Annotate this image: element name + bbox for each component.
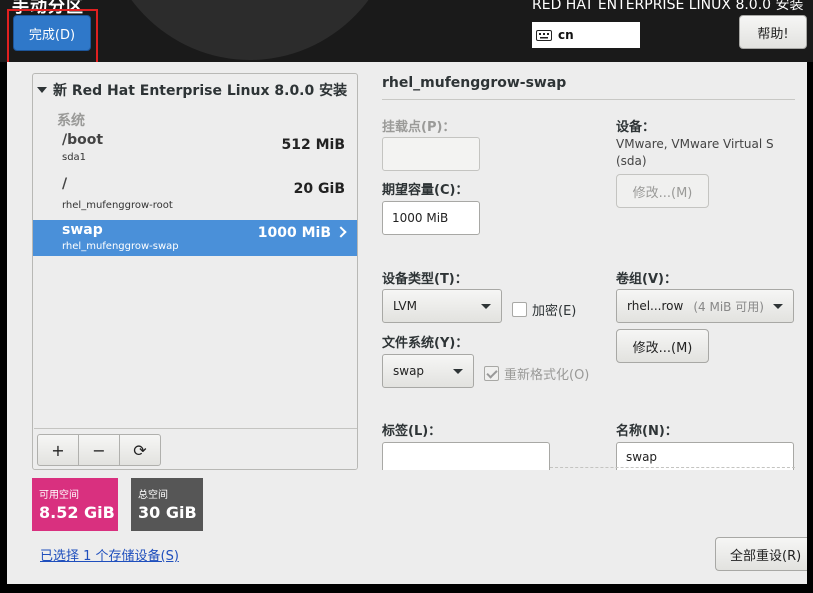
device-label: rhel_mufenggrow-swap [62, 241, 179, 252]
volume-group-value: rhel...row [627, 299, 684, 313]
help-button[interactable]: 帮助! [739, 15, 807, 49]
mount-point-label: /boot [62, 132, 104, 148]
desired-capacity-input[interactable]: 1000 MiB [382, 201, 480, 235]
device-label: sda1 [62, 152, 87, 163]
tag-input[interactable] [382, 442, 550, 470]
caret-down-icon [773, 304, 783, 309]
done-button[interactable]: 完成(D) [13, 15, 91, 51]
device-type-label: 设备类型(T)： [382, 272, 468, 287]
filesystem-value: swap [393, 364, 425, 378]
reformat-label: 重新格式化(O) [504, 368, 590, 383]
keyboard-icon [536, 29, 552, 41]
install-heading[interactable]: 新 Red Hat Enterprise Linux 8.0.0 安装 [37, 80, 347, 100]
volume-group-label: 卷组(V)： [616, 272, 677, 287]
partition-row-root[interactable]: / rhel_mufenggrow-root 20 GiB [33, 176, 357, 212]
expander-triangle-icon[interactable] [37, 87, 47, 93]
size-label: 20 GiB [293, 181, 345, 197]
keyboard-layout-label: cn [558, 28, 574, 42]
total-space-box: 总空间 30 GiB [131, 478, 203, 531]
volume-group-dropdown[interactable]: rhel...row (4 MiB 可用) [616, 289, 794, 323]
device-type-dropdown[interactable]: LVM [382, 289, 502, 323]
caret-down-icon [481, 304, 491, 309]
header-decoration [100, 0, 400, 60]
name-input[interactable]: swap [616, 442, 794, 470]
install-heading-label: 新 Red Hat Enterprise Linux 8.0.0 安装 [53, 83, 348, 99]
partition-row-swap[interactable]: swap rhel_mufenggrow-swap 1000 MiB [33, 220, 357, 256]
product-title: RED HAT ENTERPRISE LINUX 8.0.0 安装 [532, 0, 804, 13]
add-partition-button[interactable]: + [37, 434, 79, 466]
mount-point-label: / [62, 176, 68, 192]
mount-point-input[interactable] [382, 137, 480, 171]
device-info: VMware, VMware Virtual S (sda) [616, 136, 774, 170]
volume-group-free: (4 MiB 可用) [693, 299, 764, 314]
encrypt-checkbox-row[interactable]: 加密(E) [512, 300, 576, 319]
available-space-value: 8.52 GiB [39, 503, 115, 522]
device-info-disk: (sda) [616, 154, 647, 168]
reset-all-button[interactable]: 全部重设(R) [715, 537, 807, 571]
available-space-label: 可用空间 [39, 490, 79, 501]
device-type-value: LVM [393, 299, 417, 313]
device-label: rhel_mufenggrow-root [62, 200, 173, 211]
detail-separator [382, 99, 795, 100]
main-panel: 新 Red Hat Enterprise Linux 8.0.0 安装 系统 /… [7, 62, 807, 584]
header-bar: 手动分区 RED HAT ENTERPRISE LINUX 8.0.0 安装 c… [0, 0, 813, 62]
volume-group-modify-button[interactable]: 修改...(M) [616, 329, 709, 363]
size-label: 512 MiB [281, 137, 346, 153]
size-label: 1000 MiB [257, 225, 331, 241]
total-space-label: 总空间 [138, 490, 168, 501]
partition-row-boot[interactable]: /boot sda1 512 MiB [33, 132, 357, 168]
refresh-icon[interactable]: ⟳ [119, 434, 161, 466]
device-field-label: 设备： [616, 120, 656, 135]
mount-point-field-label: 挂载点(P)： [382, 120, 456, 135]
mount-point-label: swap [62, 222, 103, 238]
encrypt-label: 加密(E) [532, 304, 577, 319]
tag-label: 标签(L)： [382, 424, 442, 439]
device-info-name: VMware, VMware Virtual S [616, 137, 774, 151]
filesystem-dropdown[interactable]: swap [382, 354, 474, 388]
partition-toolbar: + − ⟳ [34, 428, 357, 469]
selected-storage-link[interactable]: 已选择 1 个存储设备(S) [40, 545, 179, 564]
reformat-checkbox[interactable] [484, 366, 499, 381]
scroll-divider [550, 467, 795, 468]
caret-down-icon [453, 369, 463, 374]
detail-title: rhel_mufenggrow-swap [382, 75, 567, 91]
reformat-checkbox-row[interactable]: 重新格式化(O) [484, 364, 589, 383]
chevron-right-icon [335, 226, 347, 238]
available-space-box: 可用空间 8.52 GiB [32, 478, 118, 531]
partition-list-pane: 新 Red Hat Enterprise Linux 8.0.0 安装 系统 /… [32, 73, 358, 470]
filesystem-label: 文件系统(Y)： [382, 336, 469, 351]
total-space-value: 30 GiB [138, 503, 197, 522]
name-label: 名称(N)： [616, 424, 678, 439]
keyboard-layout-indicator[interactable]: cn [532, 22, 640, 48]
desired-capacity-label: 期望容量(C)： [382, 183, 469, 198]
device-modify-button[interactable]: 修改...(M) [616, 174, 709, 208]
remove-partition-button[interactable]: − [78, 434, 120, 466]
encrypt-checkbox[interactable] [512, 302, 527, 317]
system-group-label: 系统 [57, 113, 85, 129]
